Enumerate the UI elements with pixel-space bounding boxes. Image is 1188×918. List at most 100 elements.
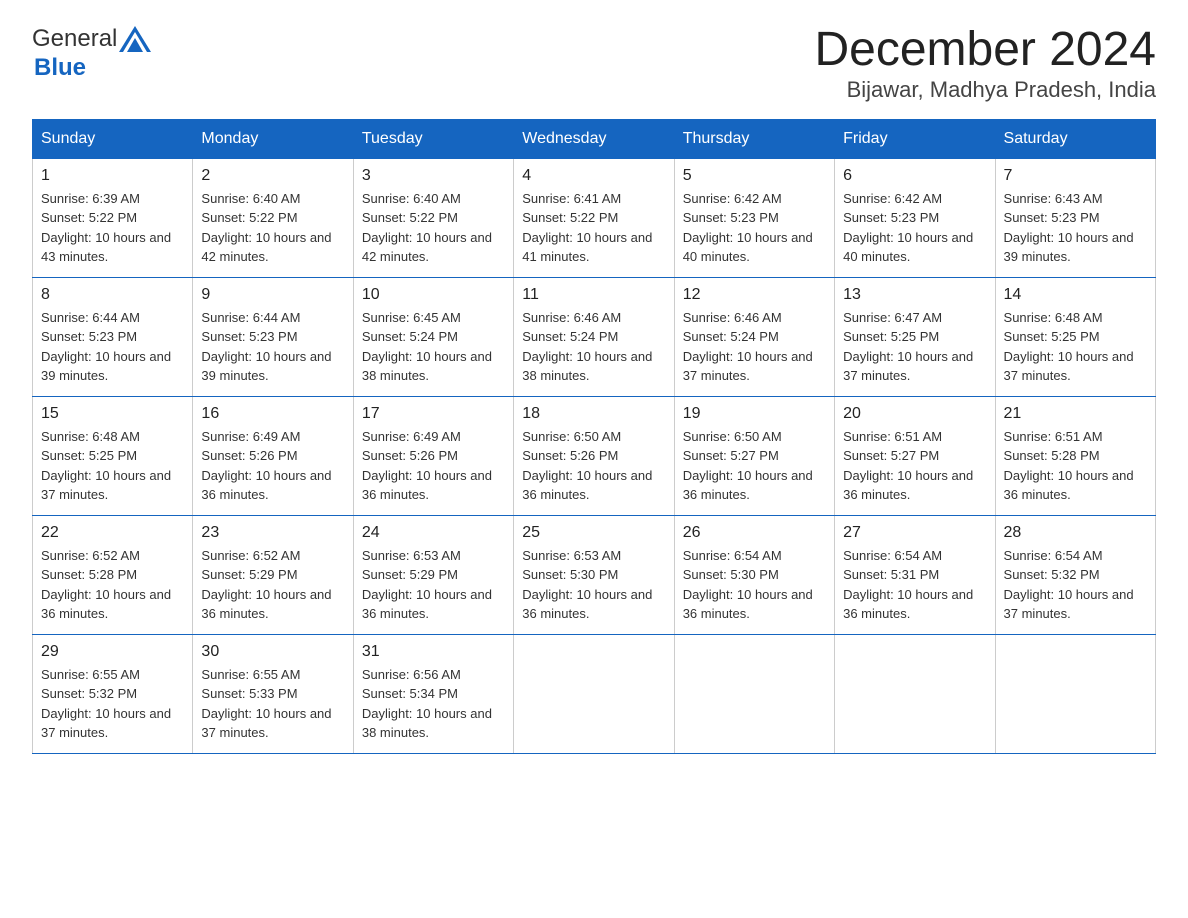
day-info: Sunrise: 6:44 AMSunset: 5:23 PMDaylight:…	[201, 308, 344, 386]
table-row: 3 Sunrise: 6:40 AMSunset: 5:22 PMDayligh…	[353, 158, 513, 277]
day-info: Sunrise: 6:46 AMSunset: 5:24 PMDaylight:…	[522, 308, 665, 386]
day-info: Sunrise: 6:54 AMSunset: 5:32 PMDaylight:…	[1004, 546, 1147, 624]
day-info: Sunrise: 6:40 AMSunset: 5:22 PMDaylight:…	[362, 189, 505, 267]
table-row: 8 Sunrise: 6:44 AMSunset: 5:23 PMDayligh…	[33, 277, 193, 396]
day-info: Sunrise: 6:49 AMSunset: 5:26 PMDaylight:…	[362, 427, 505, 505]
col-sunday: Sunday	[33, 119, 193, 158]
day-number: 20	[843, 405, 986, 423]
day-info: Sunrise: 6:42 AMSunset: 5:23 PMDaylight:…	[683, 189, 826, 267]
table-row: 23 Sunrise: 6:52 AMSunset: 5:29 PMDaylig…	[193, 515, 353, 634]
day-info: Sunrise: 6:46 AMSunset: 5:24 PMDaylight:…	[683, 308, 826, 386]
day-number: 1	[41, 167, 184, 185]
table-row: 22 Sunrise: 6:52 AMSunset: 5:28 PMDaylig…	[33, 515, 193, 634]
calendar-week-row: 15 Sunrise: 6:48 AMSunset: 5:25 PMDaylig…	[33, 396, 1156, 515]
day-info: Sunrise: 6:55 AMSunset: 5:32 PMDaylight:…	[41, 665, 184, 743]
day-info: Sunrise: 6:53 AMSunset: 5:29 PMDaylight:…	[362, 546, 505, 624]
day-info: Sunrise: 6:52 AMSunset: 5:28 PMDaylight:…	[41, 546, 184, 624]
day-info: Sunrise: 6:47 AMSunset: 5:25 PMDaylight:…	[843, 308, 986, 386]
day-number: 26	[683, 524, 826, 542]
table-row: 4 Sunrise: 6:41 AMSunset: 5:22 PMDayligh…	[514, 158, 674, 277]
table-row: 1 Sunrise: 6:39 AMSunset: 5:22 PMDayligh…	[33, 158, 193, 277]
table-row: 20 Sunrise: 6:51 AMSunset: 5:27 PMDaylig…	[835, 396, 995, 515]
table-row: 9 Sunrise: 6:44 AMSunset: 5:23 PMDayligh…	[193, 277, 353, 396]
table-row	[995, 634, 1155, 753]
table-row: 26 Sunrise: 6:54 AMSunset: 5:30 PMDaylig…	[674, 515, 834, 634]
day-number: 14	[1004, 286, 1147, 304]
table-row: 13 Sunrise: 6:47 AMSunset: 5:25 PMDaylig…	[835, 277, 995, 396]
day-info: Sunrise: 6:43 AMSunset: 5:23 PMDaylight:…	[1004, 189, 1147, 267]
day-number: 25	[522, 524, 665, 542]
table-row: 24 Sunrise: 6:53 AMSunset: 5:29 PMDaylig…	[353, 515, 513, 634]
logo-blue-text: Blue	[34, 54, 86, 81]
day-number: 6	[843, 167, 986, 185]
day-number: 10	[362, 286, 505, 304]
table-row: 28 Sunrise: 6:54 AMSunset: 5:32 PMDaylig…	[995, 515, 1155, 634]
day-info: Sunrise: 6:56 AMSunset: 5:34 PMDaylight:…	[362, 665, 505, 743]
table-row: 6 Sunrise: 6:42 AMSunset: 5:23 PMDayligh…	[835, 158, 995, 277]
day-number: 16	[201, 405, 344, 423]
day-info: Sunrise: 6:50 AMSunset: 5:26 PMDaylight:…	[522, 427, 665, 505]
day-info: Sunrise: 6:54 AMSunset: 5:31 PMDaylight:…	[843, 546, 986, 624]
day-info: Sunrise: 6:49 AMSunset: 5:26 PMDaylight:…	[201, 427, 344, 505]
table-row: 21 Sunrise: 6:51 AMSunset: 5:28 PMDaylig…	[995, 396, 1155, 515]
day-info: Sunrise: 6:39 AMSunset: 5:22 PMDaylight:…	[41, 189, 184, 267]
table-row: 25 Sunrise: 6:53 AMSunset: 5:30 PMDaylig…	[514, 515, 674, 634]
day-info: Sunrise: 6:55 AMSunset: 5:33 PMDaylight:…	[201, 665, 344, 743]
table-row: 16 Sunrise: 6:49 AMSunset: 5:26 PMDaylig…	[193, 396, 353, 515]
day-info: Sunrise: 6:51 AMSunset: 5:28 PMDaylight:…	[1004, 427, 1147, 505]
col-monday: Monday	[193, 119, 353, 158]
table-row: 11 Sunrise: 6:46 AMSunset: 5:24 PMDaylig…	[514, 277, 674, 396]
table-row: 12 Sunrise: 6:46 AMSunset: 5:24 PMDaylig…	[674, 277, 834, 396]
col-saturday: Saturday	[995, 119, 1155, 158]
table-row: 18 Sunrise: 6:50 AMSunset: 5:26 PMDaylig…	[514, 396, 674, 515]
page-header: General Blue December 2024 Bijawar, Madh…	[32, 24, 1156, 103]
day-number: 13	[843, 286, 986, 304]
day-info: Sunrise: 6:45 AMSunset: 5:24 PMDaylight:…	[362, 308, 505, 386]
day-number: 11	[522, 286, 665, 304]
day-number: 7	[1004, 167, 1147, 185]
col-wednesday: Wednesday	[514, 119, 674, 158]
day-number: 22	[41, 524, 184, 542]
day-number: 27	[843, 524, 986, 542]
table-row: 30 Sunrise: 6:55 AMSunset: 5:33 PMDaylig…	[193, 634, 353, 753]
table-row: 10 Sunrise: 6:45 AMSunset: 5:24 PMDaylig…	[353, 277, 513, 396]
logo: General Blue	[32, 24, 153, 82]
day-info: Sunrise: 6:42 AMSunset: 5:23 PMDaylight:…	[843, 189, 986, 267]
table-row	[514, 634, 674, 753]
calendar-title: December 2024	[814, 24, 1156, 77]
calendar-week-row: 1 Sunrise: 6:39 AMSunset: 5:22 PMDayligh…	[33, 158, 1156, 277]
day-number: 2	[201, 167, 344, 185]
day-info: Sunrise: 6:41 AMSunset: 5:22 PMDaylight:…	[522, 189, 665, 267]
col-friday: Friday	[835, 119, 995, 158]
table-row: 27 Sunrise: 6:54 AMSunset: 5:31 PMDaylig…	[835, 515, 995, 634]
calendar-header-row: Sunday Monday Tuesday Wednesday Thursday…	[33, 119, 1156, 158]
table-row: 7 Sunrise: 6:43 AMSunset: 5:23 PMDayligh…	[995, 158, 1155, 277]
calendar-week-row: 8 Sunrise: 6:44 AMSunset: 5:23 PMDayligh…	[33, 277, 1156, 396]
logo-icon	[117, 24, 153, 54]
day-number: 17	[362, 405, 505, 423]
day-number: 21	[1004, 405, 1147, 423]
table-row: 5 Sunrise: 6:42 AMSunset: 5:23 PMDayligh…	[674, 158, 834, 277]
table-row: 15 Sunrise: 6:48 AMSunset: 5:25 PMDaylig…	[33, 396, 193, 515]
day-number: 18	[522, 405, 665, 423]
day-number: 4	[522, 167, 665, 185]
table-row: 29 Sunrise: 6:55 AMSunset: 5:32 PMDaylig…	[33, 634, 193, 753]
day-number: 28	[1004, 524, 1147, 542]
day-info: Sunrise: 6:51 AMSunset: 5:27 PMDaylight:…	[843, 427, 986, 505]
day-info: Sunrise: 6:53 AMSunset: 5:30 PMDaylight:…	[522, 546, 665, 624]
table-row	[674, 634, 834, 753]
day-info: Sunrise: 6:40 AMSunset: 5:22 PMDaylight:…	[201, 189, 344, 267]
day-info: Sunrise: 6:48 AMSunset: 5:25 PMDaylight:…	[1004, 308, 1147, 386]
day-number: 29	[41, 643, 184, 661]
title-block: December 2024 Bijawar, Madhya Pradesh, I…	[814, 24, 1156, 103]
calendar-table: Sunday Monday Tuesday Wednesday Thursday…	[32, 119, 1156, 754]
day-info: Sunrise: 6:54 AMSunset: 5:30 PMDaylight:…	[683, 546, 826, 624]
logo-general-text: General	[32, 25, 117, 53]
day-number: 8	[41, 286, 184, 304]
calendar-week-row: 29 Sunrise: 6:55 AMSunset: 5:32 PMDaylig…	[33, 634, 1156, 753]
calendar-subtitle: Bijawar, Madhya Pradesh, India	[814, 77, 1156, 103]
day-number: 23	[201, 524, 344, 542]
table-row: 14 Sunrise: 6:48 AMSunset: 5:25 PMDaylig…	[995, 277, 1155, 396]
day-number: 30	[201, 643, 344, 661]
day-info: Sunrise: 6:44 AMSunset: 5:23 PMDaylight:…	[41, 308, 184, 386]
